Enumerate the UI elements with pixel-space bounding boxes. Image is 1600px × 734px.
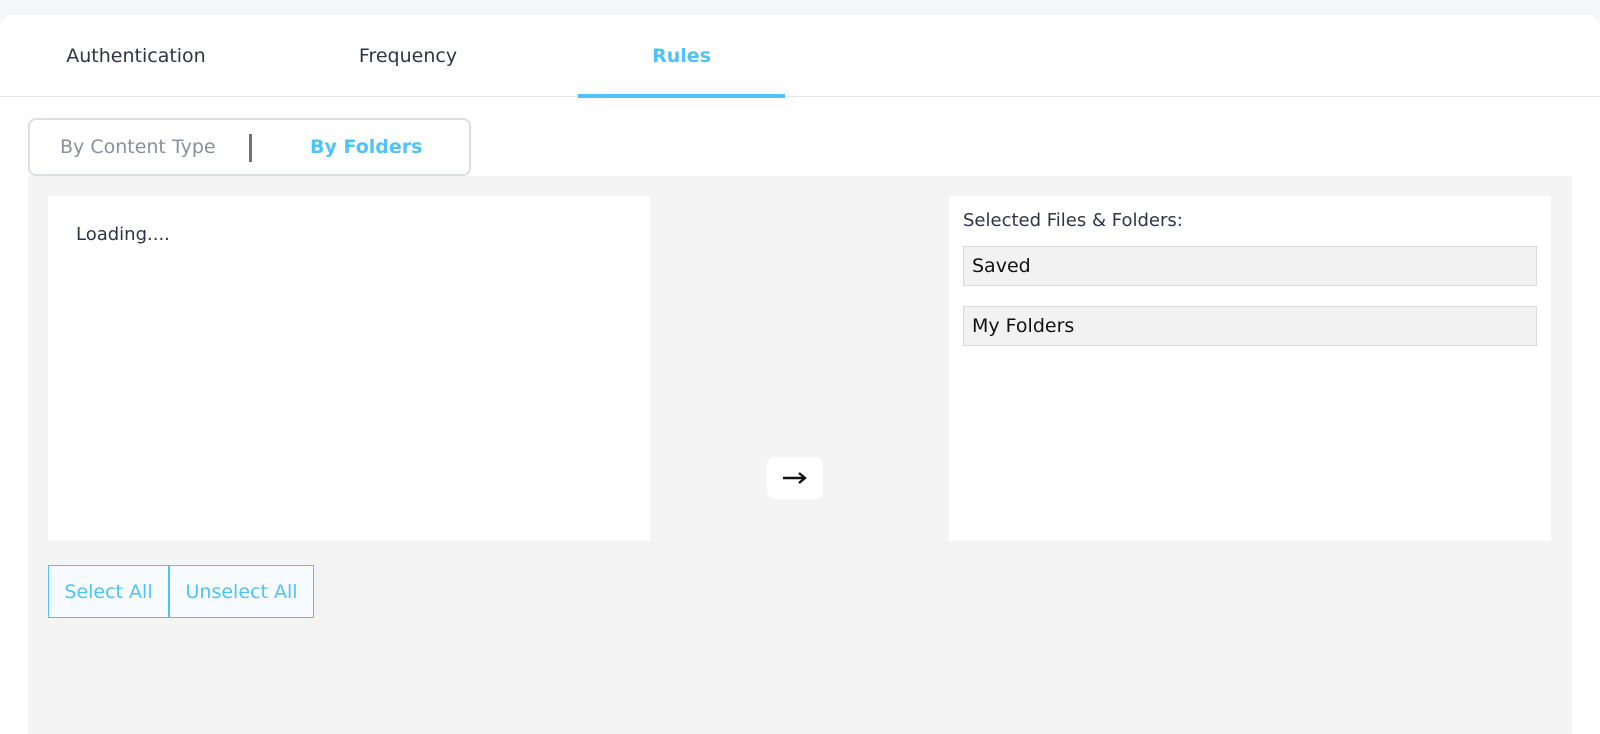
by-content-type-button[interactable]: By Content Type [60, 120, 216, 174]
tab-label: Authentication [66, 45, 206, 67]
toggle-divider [249, 134, 252, 162]
unselect-all-button[interactable]: Unselect All [169, 565, 314, 618]
tab-authentication[interactable]: Authentication [36, 15, 236, 97]
rule-mode-toggle: By Content Type By Folders [28, 118, 471, 176]
settings-card: Authentication Frequency Rules By Conten… [0, 15, 1600, 734]
selected-items-panel: Selected Files & Folders: Saved My Folde… [949, 196, 1551, 541]
selected-item[interactable]: My Folders [963, 306, 1537, 346]
tab-label: Frequency [358, 45, 458, 67]
selected-items-title: Selected Files & Folders: [963, 210, 1183, 231]
move-to-selected-button[interactable] [767, 457, 823, 499]
tab-frequency[interactable]: Frequency [308, 15, 508, 97]
select-all-button[interactable]: Select All [48, 565, 169, 618]
arrow-right-icon [783, 472, 807, 484]
option-label: By Content Type [60, 136, 216, 158]
folder-rules-workspace: Loading.... Selected Files & Folders: Sa… [28, 176, 1572, 734]
option-label: By Folders [310, 136, 423, 158]
loading-text: Loading.... [76, 224, 170, 245]
tab-label: Rules [652, 45, 711, 67]
tab-rules[interactable]: Rules [578, 15, 785, 98]
selected-item[interactable]: Saved [963, 246, 1537, 286]
tab-bar: Authentication Frequency Rules [0, 15, 1600, 98]
by-folders-button[interactable]: By Folders [310, 120, 422, 174]
folder-tree-panel[interactable]: Loading.... [48, 196, 650, 541]
active-tab-indicator [578, 94, 785, 98]
